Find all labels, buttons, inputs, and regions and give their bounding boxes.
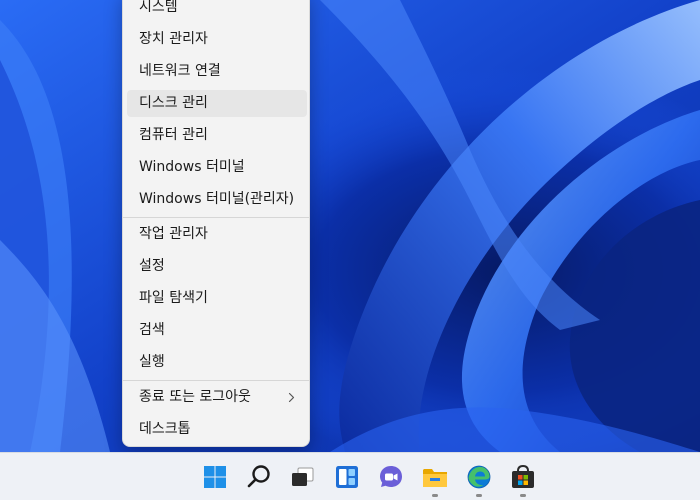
menu-item-shutdown-signout[interactable]: 종료 또는 로그아웃 <box>127 384 307 411</box>
chat-icon <box>380 466 402 487</box>
search-button[interactable] <box>243 461 275 493</box>
menu-item-label: 파일 탐색기 <box>139 290 208 306</box>
taskbar <box>0 452 700 500</box>
menu-item-search[interactable]: 검색 <box>127 317 307 344</box>
menu-item-file-explorer[interactable]: 파일 탐색기 <box>127 285 307 312</box>
menu-item-disk-management[interactable]: 디스크 관리 <box>127 90 307 117</box>
menu-item-windows-terminal-admin[interactable]: Windows 터미널(관리자) <box>127 186 307 213</box>
file-explorer-icon <box>423 469 447 487</box>
menu-item-label: 종료 또는 로그아웃 <box>139 389 251 405</box>
menu-item-label: 검색 <box>139 322 165 338</box>
widgets-icon <box>336 466 358 488</box>
desktop-wallpaper <box>0 0 700 452</box>
menu-item-network-connections[interactable]: 네트워크 연결 <box>127 58 307 85</box>
chevron-right-icon <box>288 392 295 403</box>
bloom-wallpaper-art <box>0 0 700 452</box>
chat-button[interactable] <box>375 461 407 493</box>
running-indicator <box>520 494 526 497</box>
quick-link-menu: 시스템 장치 관리자 네트워크 연결 디스크 관리 컴퓨터 관리 Windows… <box>122 0 310 447</box>
menu-item-label: 컴퓨터 관리 <box>139 127 208 143</box>
start-icon <box>204 466 226 488</box>
menu-item-label: 데스크톱 <box>139 421 191 437</box>
widgets-button[interactable] <box>331 461 363 493</box>
menu-item-label: Windows 터미널(관리자) <box>139 191 295 207</box>
menu-item-settings[interactable]: 설정 <box>127 253 307 280</box>
edge-icon <box>467 465 491 489</box>
search-icon <box>247 465 270 488</box>
menu-item-windows-terminal[interactable]: Windows 터미널 <box>127 154 307 181</box>
store-button[interactable] <box>507 461 539 493</box>
menu-item-device-manager[interactable]: 장치 관리자 <box>127 26 307 53</box>
menu-item-label: 실행 <box>139 354 165 370</box>
file-explorer-button[interactable] <box>419 461 451 493</box>
menu-item-label: Windows 터미널 <box>139 159 245 175</box>
store-icon <box>512 464 534 488</box>
start-button[interactable] <box>199 461 231 493</box>
menu-item-task-manager[interactable]: 작업 관리자 <box>127 221 307 248</box>
task-view-icon <box>292 467 314 486</box>
menu-divider <box>123 217 309 218</box>
menu-item-computer-management[interactable]: 컴퓨터 관리 <box>127 122 307 149</box>
edge-button[interactable] <box>463 461 495 493</box>
menu-item-label: 장치 관리자 <box>139 31 208 47</box>
running-indicator <box>476 494 482 497</box>
menu-divider <box>123 380 309 381</box>
menu-item-label: 시스템 <box>139 0 178 15</box>
task-view-button[interactable] <box>287 461 319 493</box>
menu-item-label: 네트워크 연결 <box>139 63 221 79</box>
menu-item-run[interactable]: 실행 <box>127 349 307 376</box>
menu-item-label: 설정 <box>139 258 165 274</box>
menu-item-label: 작업 관리자 <box>139 226 208 242</box>
menu-item-label: 디스크 관리 <box>139 95 208 111</box>
running-indicator <box>432 494 438 497</box>
menu-item-system[interactable]: 시스템 <box>127 0 307 21</box>
menu-item-desktop[interactable]: 데스크톱 <box>127 416 307 443</box>
